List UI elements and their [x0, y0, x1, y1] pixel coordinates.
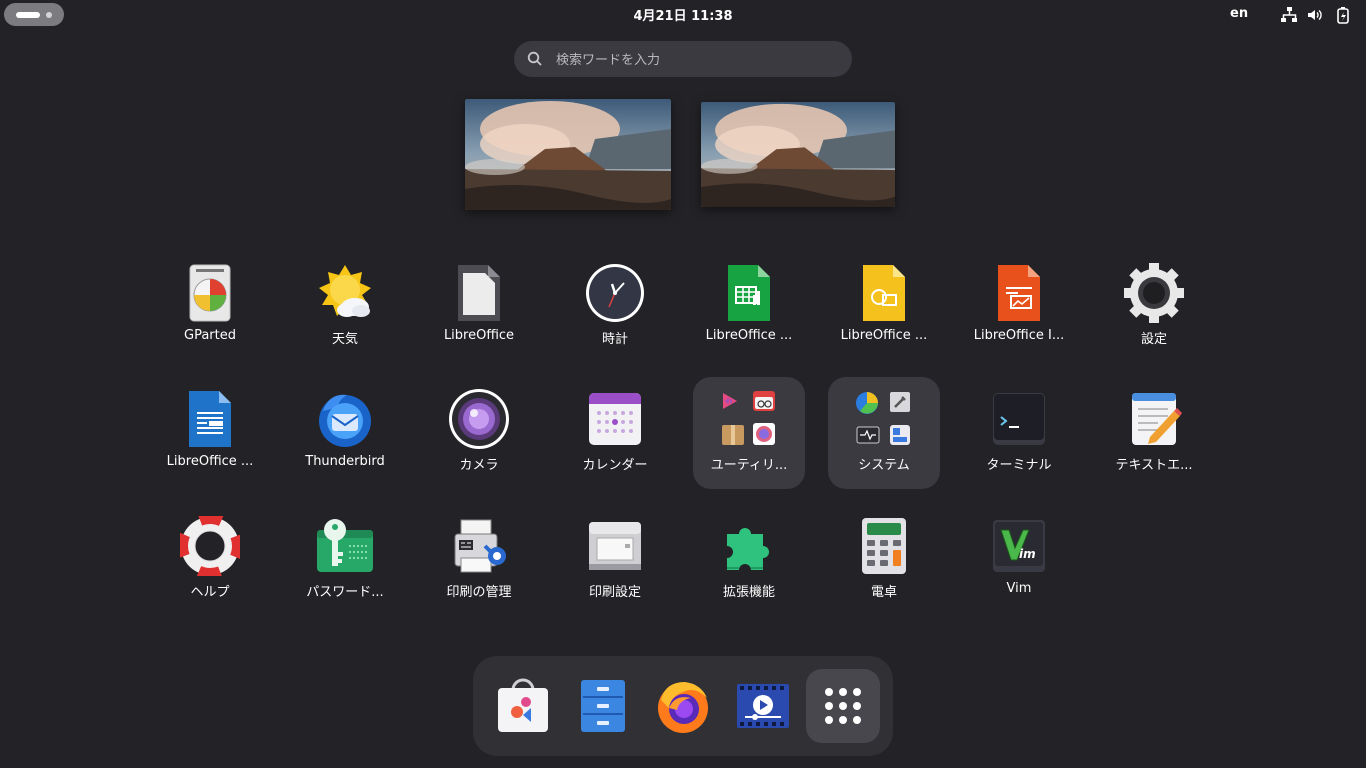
app-label: Thunderbird — [305, 454, 385, 469]
calculator-icon — [862, 518, 906, 574]
battery-charging-icon[interactable] — [1334, 6, 1352, 24]
weather-icon — [319, 265, 371, 317]
app-libreoffice-draw[interactable]: LibreOffice ... — [828, 251, 940, 363]
app-label: 設定 — [1140, 332, 1167, 347]
search-icon — [527, 51, 542, 66]
help-lifebuoy-icon — [180, 516, 240, 576]
printer-settings-icon — [589, 522, 641, 570]
app-label: 時計 — [601, 332, 628, 347]
app-label: LibreOffice — [443, 328, 515, 343]
app-label: Vim — [1006, 581, 1032, 596]
app-print-manager[interactable]: 印刷の管理 — [423, 504, 535, 616]
workspace-indicator-inactive — [46, 12, 52, 18]
app-weather[interactable]: 天気 — [289, 251, 401, 363]
app-label: 印刷設定 — [588, 585, 641, 600]
app-calculator[interactable]: 電卓 — [828, 504, 940, 616]
app-settings[interactable]: 設定 — [1098, 251, 1210, 363]
app-thunderbird[interactable]: Thunderbird — [289, 377, 401, 489]
app-libreoffice-writer[interactable]: LibreOffice ... — [154, 377, 266, 489]
network-wired-icon[interactable] — [1280, 6, 1298, 24]
libreoffice-impress-icon — [998, 265, 1040, 321]
libreoffice-writer-icon — [189, 391, 231, 447]
app-folder-system[interactable]: システム — [828, 377, 940, 489]
app-passwords[interactable]: パスワード... — [289, 504, 401, 616]
app-extensions[interactable]: 拡張機能 — [693, 504, 805, 616]
firefox-icon — [658, 682, 708, 733]
top-bar: 4月21日 11:38 en — [0, 0, 1366, 30]
app-label: ユーティリ... — [710, 458, 788, 473]
settings-gear-icon — [1124, 263, 1184, 323]
extensions-puzzle-icon — [727, 528, 769, 570]
app-libreoffice-calc[interactable]: LibreOffice ... — [693, 251, 805, 363]
workspace-thumbnail-2[interactable] — [701, 102, 895, 207]
app-label: GParted — [184, 328, 236, 343]
app-text-editor[interactable]: テキストエ... — [1098, 377, 1210, 489]
dock-video-player[interactable] — [726, 669, 800, 743]
app-gparted[interactable]: GParted — [154, 251, 266, 363]
app-label: ターミナル — [986, 458, 1052, 473]
app-printer-settings[interactable]: 印刷設定 — [559, 504, 671, 616]
app-label: システム — [858, 458, 910, 473]
search-bar[interactable] — [514, 41, 852, 79]
svg-text:im: im — [1019, 547, 1036, 561]
app-libreoffice-impress[interactable]: LibreOffice I... — [963, 251, 1075, 363]
text-editor-icon — [1132, 393, 1182, 445]
app-label: LibreOffice ... — [705, 328, 793, 343]
print-manager-icon — [454, 519, 506, 573]
app-label: 天気 — [331, 332, 358, 347]
app-grid-icon — [825, 688, 861, 724]
workspace-indicator-active — [16, 12, 40, 18]
app-clock[interactable]: 時計 — [559, 251, 671, 363]
libreoffice-calc-icon — [728, 265, 770, 321]
passwords-keys-icon — [317, 519, 373, 572]
libreoffice-draw-icon — [863, 265, 905, 321]
workspace-thumbnail-1[interactable] — [465, 99, 671, 210]
keyboard-layout-indicator[interactable]: en — [1230, 6, 1248, 21]
software-bag-icon — [498, 678, 548, 732]
dock-files[interactable] — [566, 669, 640, 743]
app-libreoffice[interactable]: LibreOffice — [423, 251, 535, 363]
clock-icon — [586, 264, 644, 322]
app-label: LibreOffice ... — [840, 328, 928, 343]
dock-software-store[interactable] — [486, 669, 560, 743]
calendar-icon — [589, 393, 641, 445]
thunderbird-icon — [319, 394, 371, 447]
app-terminal[interactable]: ターミナル — [963, 377, 1075, 489]
app-label: テキストエ... — [1115, 458, 1193, 473]
app-label: LibreOffice ... — [166, 454, 254, 469]
app-label: カレンダー — [582, 458, 648, 473]
app-label: 印刷の管理 — [446, 585, 512, 600]
dock-firefox[interactable] — [646, 669, 720, 743]
app-label: 電卓 — [870, 585, 897, 600]
app-camera[interactable]: カメラ — [423, 377, 535, 489]
gparted-icon — [189, 264, 231, 322]
app-label: LibreOffice I... — [973, 328, 1065, 343]
camera-icon — [449, 389, 509, 449]
dock-show-apps-button[interactable] — [806, 669, 880, 743]
app-calendar[interactable]: カレンダー — [559, 377, 671, 489]
vim-icon: im — [993, 520, 1045, 572]
utilities-folder-icon — [722, 391, 775, 445]
app-folder-utilities[interactable]: ユーティリ... — [693, 377, 805, 489]
clock[interactable]: 4月21日 11:38 — [600, 5, 766, 24]
system-folder-icon — [856, 392, 910, 445]
wallpaper-volcano-image — [465, 99, 671, 210]
video-player-icon — [737, 684, 789, 728]
file-cabinet-icon — [581, 680, 625, 732]
search-input[interactable] — [554, 41, 838, 79]
app-label: 拡張機能 — [722, 585, 775, 600]
wallpaper-volcano-image — [701, 102, 895, 207]
activities-button[interactable] — [4, 3, 64, 26]
app-help[interactable]: ヘルプ — [154, 504, 266, 616]
app-vim[interactable]: im Vim — [963, 504, 1075, 616]
dock — [473, 656, 893, 756]
app-label: パスワード... — [306, 585, 384, 600]
libreoffice-icon — [458, 265, 500, 321]
app-label: ヘルプ — [190, 585, 230, 600]
app-label: カメラ — [459, 458, 499, 473]
terminal-icon — [993, 393, 1045, 445]
volume-icon[interactable] — [1306, 6, 1324, 24]
